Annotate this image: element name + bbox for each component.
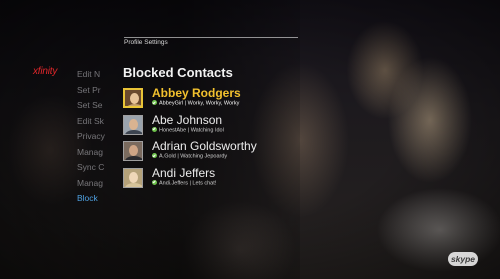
online-check-icon [152,153,157,158]
blocked-contacts-list: Abbey Rodgers AbbeyGirl | Worky, Worky, … [123,86,303,192]
contact-item[interactable]: Abe Johnson HonestAbe | Watching Idol [123,113,303,135]
user-avatar-icon [123,114,143,135]
page-title: Blocked Contacts [123,65,233,80]
menu-item-blocked-contacts[interactable]: Block [77,191,117,207]
online-check-icon [152,126,157,132]
menu-item[interactable]: Manag [77,176,117,192]
contact-status-text: Andi.Jeffers | Lets chat! [159,180,217,186]
contact-name: Andi Jeffers [152,165,216,180]
menu-item[interactable]: Privacy [77,129,117,145]
contact-item[interactable]: Adrian Goldsworthy A.Gold | Watching Jep… [123,139,303,161]
menu-item[interactable]: Manag [77,145,117,161]
menu-item[interactable]: Set Pr [77,83,117,99]
contact-item[interactable]: Andi Jeffers Andi.Jeffers | Lets chat! [123,166,303,188]
skype-logo: skype [448,252,478,266]
menu-item[interactable]: Set Se [77,98,117,114]
user-avatar-icon [123,88,143,108]
menu-item[interactable]: Edit Sk [77,114,117,130]
settings-menu: Edit N Set Pr Set Se Edit Sk Privacy Man… [77,67,117,207]
xfinity-logo: xfinity [33,66,58,77]
contact-item[interactable]: Abbey Rodgers AbbeyGirl | Worky, Worky, … [123,86,303,108]
contact-name: Abbey Rodgers [152,86,241,100]
menu-item[interactable]: Sync C [77,160,117,176]
user-avatar-icon [123,141,143,161]
contact-status-text: HonestAbe | Watching Idol [159,127,224,133]
contact-status-text: AbbeyGirl | Worky, Worky, Worky [159,100,240,107]
contact-status: A.Gold | Watching Jepoardy [152,153,227,161]
contact-status: HonestAbe | Watching Idol [152,126,224,135]
contact-status: AbbeyGirl | Worky, Worky, Worky [152,100,239,108]
online-check-icon [152,100,157,105]
contact-status-text: A.Gold | Watching Jepoardy [159,153,228,160]
menu-item[interactable]: Edit N [77,67,117,83]
contact-name: Adrian Goldsworthy [152,139,257,153]
contact-name: Abe Johnson [152,112,223,127]
contact-status: Andi.Jeffers | Lets chat! [152,179,217,188]
breadcrumb-divider [124,37,298,38]
breadcrumb: Profile Settings [124,39,168,46]
online-check-icon [152,179,157,185]
user-avatar-icon [123,167,143,188]
